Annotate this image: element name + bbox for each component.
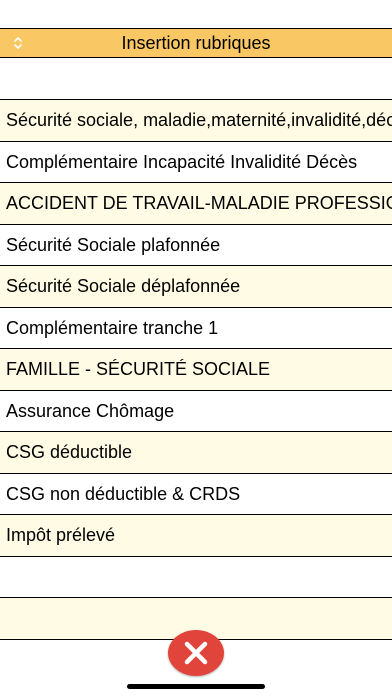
list-item[interactable]: CSG non déductible & CRDS [0,473,392,515]
close-button[interactable] [168,630,224,676]
status-bar [0,0,392,28]
list-item[interactable]: Sécurité Sociale déplafonnée [0,266,392,308]
page-title: Insertion rubriques [121,33,271,53]
list-item[interactable] [0,556,392,598]
list-item[interactable] [0,58,392,100]
list-item[interactable]: Impôt prélevé [0,515,392,557]
header-bar: Insertion rubriques [0,28,392,58]
list-item[interactable]: Sécurité sociale, maladie,maternité,inva… [0,100,392,142]
list-item[interactable]: FAMILLE - SÉCURITÉ SOCIALE [0,349,392,391]
list-item[interactable]: Complémentaire tranche 1 [0,307,392,349]
list-item[interactable]: CSG déductible [0,432,392,474]
list-item[interactable]: ACCIDENT DE TRAVAIL-MALADIE PROFESSIONNE… [0,183,392,225]
home-indicator [127,684,265,689]
list-item[interactable]: Sécurité Sociale plafonnée [0,224,392,266]
rubrique-list: Sécurité sociale, maladie,maternité,inva… [0,58,392,640]
list-item[interactable]: Assurance Chômage [0,390,392,432]
close-x-icon [184,641,208,665]
list-item[interactable]: Complémentaire Incapacité Invalidité Déc… [0,141,392,183]
